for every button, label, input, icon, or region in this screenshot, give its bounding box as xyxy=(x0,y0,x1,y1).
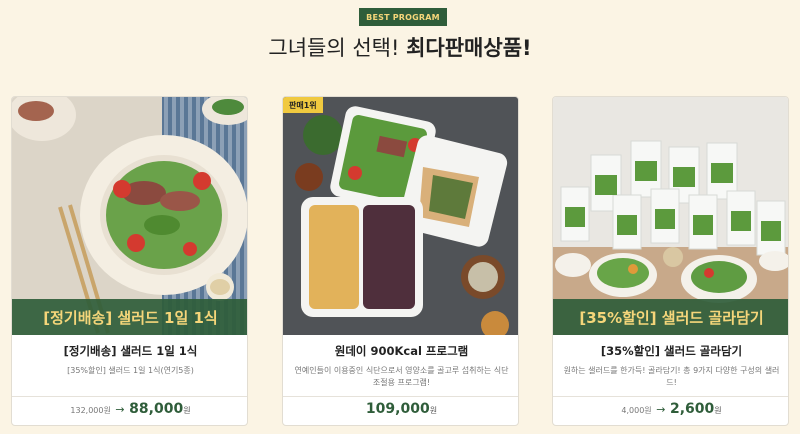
product-price: 132,000원 → 88,000원 xyxy=(12,401,247,417)
product-price: 109,000원 xyxy=(283,401,518,417)
card-divider xyxy=(553,396,788,397)
currency-unit: 원 xyxy=(183,406,191,415)
rank-badge: 판매1위 xyxy=(283,97,323,113)
card-divider xyxy=(12,396,247,397)
product-title[interactable]: [35%할인] 샐러드 골라담기 xyxy=(553,343,788,359)
product-description: [35%할인] 샐러드 1일 1식(연기5종) xyxy=(67,366,194,375)
section-headline: 그녀들의 선택! 최다판매상품! xyxy=(0,32,800,62)
sale-price: 88,000 xyxy=(129,401,184,417)
product-title[interactable]: 원데이 900Kcal 프로그램 xyxy=(283,343,518,359)
product-title[interactable]: [정기배송] 샐러드 1일 1식 xyxy=(12,343,247,359)
original-price: 4,000원 xyxy=(621,406,652,415)
meal-boxes-illustration xyxy=(283,97,518,335)
product-image[interactable]: 판매1위 xyxy=(283,97,518,335)
arrow-icon: → xyxy=(115,403,125,416)
sale-price: 2,600 xyxy=(669,401,715,417)
product-card-salad-subscription[interactable]: [정기배송] 샐러드 1일 1식 [정기배송] 샐러드 1일 1식 [35%할인… xyxy=(11,96,248,426)
product-description: 연예인들이 이용중인 식단으로서 영양소를 골고루 섭취하는 식단조절용 프로그… xyxy=(294,366,509,387)
original-price: 132,000원 xyxy=(70,406,111,415)
product-price: 4,000원 → 2,600원 xyxy=(553,401,788,417)
product-card-oneday-program[interactable]: 판매1위 원데이 900Kcal 프로그램 연예인들이 이용중인 식단으로서 영… xyxy=(282,96,519,426)
product-card-salad-pick[interactable]: [35%할인] 샐러드 골라담기 [35%할인] 샐러드 골라담기 원하는 샐러… xyxy=(552,96,789,426)
product-banner: [35%할인] 샐러드 골라담기 xyxy=(553,299,788,335)
headline-bold: 최다판매상품! xyxy=(406,36,532,60)
product-banner: [정기배송] 샐러드 1일 1식 xyxy=(12,299,247,335)
arrow-icon: → xyxy=(656,403,666,416)
product-description: 원하는 샐러드를 한가득! 골라담기! 총 9가지 다양한 구성의 샐러드! xyxy=(563,366,780,387)
sale-price: 109,000 xyxy=(365,401,430,417)
currency-unit: 원 xyxy=(714,406,722,415)
best-program-badge: BEST PROGRAM xyxy=(359,8,447,26)
card-divider xyxy=(283,396,518,397)
currency-unit: 원 xyxy=(429,406,438,415)
headline-light: 그녀들의 선택! xyxy=(268,36,400,60)
